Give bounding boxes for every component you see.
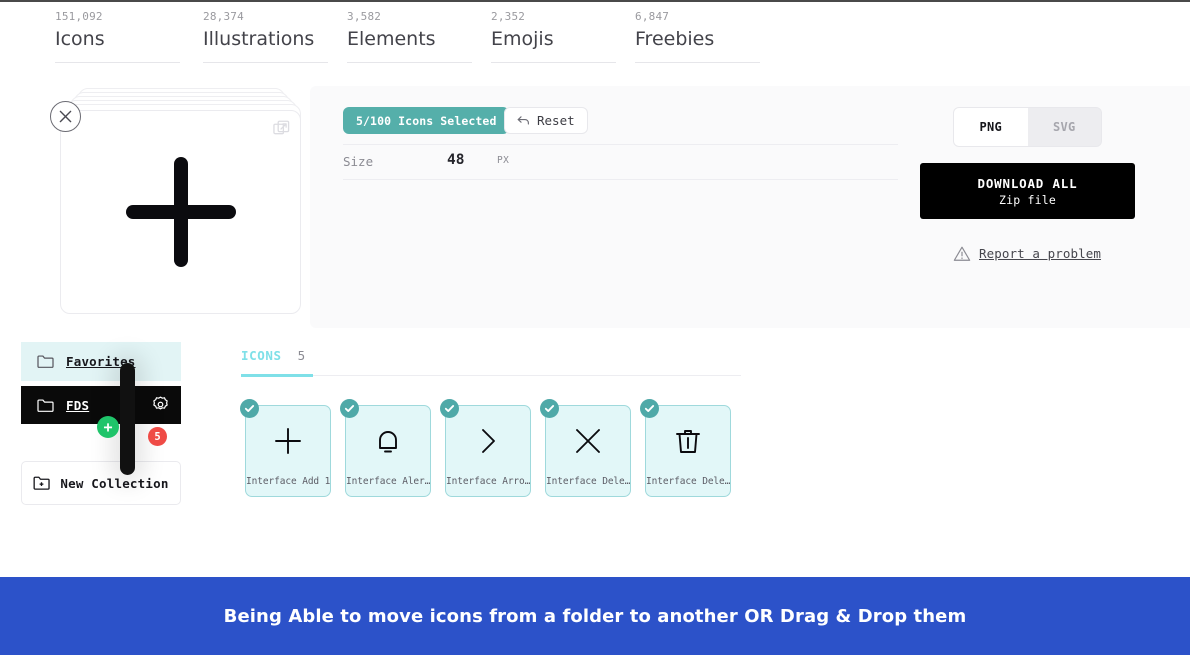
icon-card[interactable]: Interface Add 1: [240, 399, 331, 497]
stat-label: Emojis: [491, 28, 554, 50]
icon-glyph: [346, 406, 430, 476]
stat-count: 6,847: [635, 10, 670, 23]
undo-arrow-icon: [517, 116, 529, 125]
folder-plus-icon: [33, 476, 51, 490]
icon-glyph: [246, 406, 330, 476]
icon-card[interactable]: Interface Arro…: [440, 399, 531, 497]
plus-icon: [275, 428, 301, 454]
check-icon: [344, 405, 355, 412]
tab-active-underline: [241, 374, 313, 377]
check-icon: [644, 405, 655, 412]
panel-divider-bottom: [343, 179, 898, 180]
banner-text: Being Able to move icons from a folder t…: [223, 605, 967, 627]
download-title: DOWNLOAD ALL: [977, 175, 1078, 191]
stat-underline: [203, 62, 328, 63]
icon-glyph: [546, 406, 630, 476]
icon-caption: Interface Dele…: [646, 476, 730, 487]
stats-row: 151,092 Icons 28,374 Illustrations 3,582…: [0, 10, 1190, 70]
report-problem-label: Report a problem: [979, 246, 1102, 261]
check-icon: [244, 405, 255, 412]
size-value[interactable]: 48: [447, 152, 464, 168]
drag-handle[interactable]: [120, 363, 135, 475]
report-problem-link[interactable]: Report a problem: [953, 245, 1101, 262]
stat-count: 3,582: [347, 10, 382, 23]
selected-check-badge[interactable]: [540, 399, 559, 418]
icon-caption: Interface Aler…: [346, 476, 430, 487]
top-divider: [0, 0, 1190, 2]
stat-count: 2,352: [491, 10, 526, 23]
selected-check-badge[interactable]: [440, 399, 459, 418]
warning-triangle-icon: [953, 246, 971, 261]
drag-add-badge: +: [97, 416, 119, 438]
open-in-new-icon[interactable]: [273, 120, 290, 137]
icon-card[interactable]: Interface Aler…: [340, 399, 431, 497]
check-icon: [444, 405, 455, 412]
bottom-caption-banner: Being Able to move icons from a folder t…: [0, 577, 1190, 655]
tab-icons[interactable]: ICONS: [241, 348, 282, 363]
stat-underline: [635, 62, 760, 63]
icon-glyph: [446, 406, 530, 476]
close-preview-button[interactable]: [50, 101, 81, 132]
reset-button[interactable]: Reset: [504, 107, 588, 134]
panel-divider-top: [343, 144, 898, 145]
trash-icon: [676, 430, 700, 453]
folder-icon: [37, 355, 54, 368]
close-icon: [59, 110, 72, 123]
stat-emojis[interactable]: 2,352 Emojis: [491, 10, 616, 63]
size-label: Size: [343, 154, 374, 169]
stat-underline: [491, 62, 616, 63]
gear-icon[interactable]: [152, 396, 169, 413]
icon-preview-stack: [60, 88, 303, 328]
tabbar-divider: [313, 375, 741, 376]
icon-glyph: [646, 406, 730, 476]
sidebar-item-favorites[interactable]: Favorites: [21, 342, 181, 381]
format-toggle[interactable]: PNG SVG: [953, 107, 1102, 147]
icon-grid: Interface Add 1 Interface Aler… Interfac…: [240, 399, 731, 497]
chevron-right-icon: [482, 429, 495, 453]
tab-icons-count: 5: [297, 348, 306, 363]
folder-icon: [37, 398, 54, 412]
drag-count-badge: 5: [148, 427, 167, 446]
stat-label: Illustrations: [203, 28, 315, 50]
bell-icon: [379, 431, 397, 453]
collection-name: FDS: [66, 397, 90, 413]
stat-count: 151,092: [55, 10, 103, 23]
icon-caption: Interface Add 1: [246, 476, 330, 487]
content-tabbar: ICONS 5: [241, 348, 741, 377]
selected-check-badge[interactable]: [640, 399, 659, 418]
new-collection-label: New Collection: [60, 475, 169, 491]
stat-label: Elements: [347, 28, 436, 50]
reset-label: Reset: [537, 113, 575, 128]
stat-underline: [55, 62, 180, 63]
download-all-button[interactable]: DOWNLOAD ALL Zip file: [920, 163, 1135, 219]
icon-caption: Interface Dele…: [546, 476, 630, 487]
new-collection-button[interactable]: New Collection: [21, 461, 181, 505]
stat-freebies[interactable]: 6,847 Freebies: [635, 10, 760, 63]
icon-caption: Interface Arro…: [446, 476, 530, 487]
app-root: 151,092 Icons 28,374 Illustrations 3,582…: [0, 0, 1190, 655]
download-subtitle: Zip file: [999, 192, 1056, 207]
plus-icon: [125, 157, 236, 267]
icon-card[interactable]: Interface Dele…: [540, 399, 631, 497]
stat-elements[interactable]: 3,582 Elements: [347, 10, 472, 63]
stat-count: 28,374: [203, 10, 244, 23]
icon-card[interactable]: Interface Dele…: [640, 399, 731, 497]
format-option-png[interactable]: PNG: [954, 108, 1028, 146]
stat-label: Freebies: [635, 28, 715, 50]
selected-check-badge[interactable]: [340, 399, 359, 418]
icon-preview-card[interactable]: [60, 110, 301, 314]
selection-count-badge: 5/100 Icons Selected: [343, 107, 510, 134]
stat-underline: [347, 62, 472, 63]
selected-check-badge[interactable]: [240, 399, 259, 418]
check-icon: [544, 405, 555, 412]
size-unit: PX: [497, 155, 510, 166]
stat-label: Icons: [55, 28, 105, 50]
stat-illustrations[interactable]: 28,374 Illustrations: [203, 10, 328, 63]
stat-icons[interactable]: 151,092 Icons: [55, 10, 180, 63]
close-x-icon: [576, 429, 600, 453]
format-option-svg[interactable]: SVG: [1027, 108, 1101, 146]
